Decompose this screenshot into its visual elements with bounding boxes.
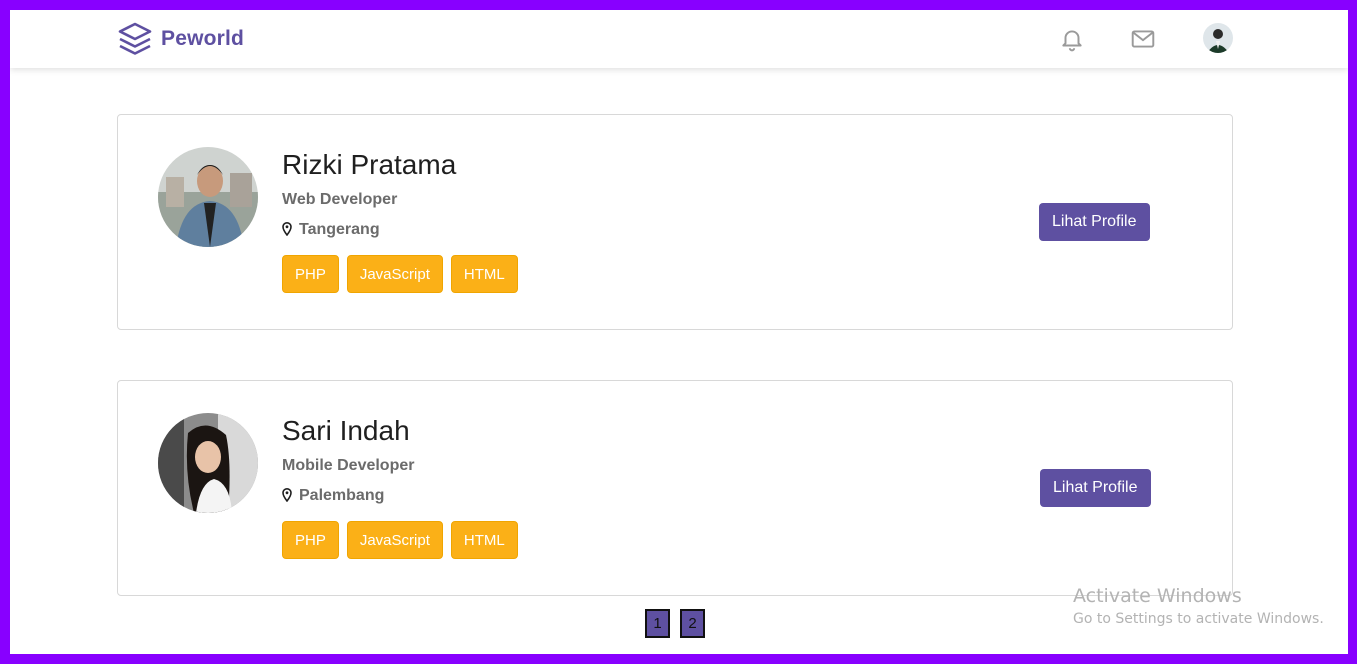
candidate-avatar (158, 413, 258, 513)
skill-badge: HTML (450, 255, 518, 293)
page: Peworld Rizki Pratama Web Developer Tang… (10, 10, 1348, 654)
candidate-role: Web Developer (282, 191, 398, 208)
candidate-location: Palembang (282, 487, 384, 505)
activation-watermark: Activate Windows Go to Settings to activ… (1073, 585, 1324, 627)
view-profile-button[interactable]: Lihat Profile (1040, 469, 1151, 507)
skill-badge: JavaScript (346, 255, 443, 293)
candidate-role: Mobile Developer (282, 457, 415, 474)
location-label: Tangerang (299, 221, 380, 238)
watermark-title: Activate Windows (1073, 585, 1242, 607)
watermark-subtitle: Go to Settings to activate Windows. (1073, 611, 1324, 627)
brand-logo[interactable]: Peworld (117, 21, 244, 57)
page-button-1[interactable]: 1 (645, 609, 670, 638)
brand-name: Peworld (161, 27, 245, 50)
candidate-card: Rizki Pratama Web Developer Tangerang PH… (117, 114, 1233, 330)
candidate-name: Rizki Pratama (282, 149, 457, 180)
skill-badge: PHP (282, 521, 339, 559)
candidate-location: Tangerang (282, 221, 380, 239)
skill-badge: JavaScript (346, 521, 443, 559)
skill-list: PHP JavaScript HTML (282, 255, 518, 293)
layers-icon (118, 22, 152, 55)
bell-icon[interactable] (1059, 26, 1085, 52)
pagination: 1 2 (645, 609, 705, 638)
skill-badge: HTML (450, 521, 518, 559)
location-label: Palembang (299, 487, 385, 504)
view-profile-button[interactable]: Lihat Profile (1039, 203, 1150, 241)
candidate-card: Sari Indah Mobile Developer Palembang PH… (117, 380, 1233, 596)
navbar: Peworld (10, 10, 1348, 68)
mail-icon[interactable] (1130, 26, 1156, 52)
skill-badge: PHP (282, 255, 339, 293)
map-pin-icon (282, 488, 292, 502)
candidate-avatar (158, 147, 258, 247)
candidate-name: Sari Indah (282, 415, 410, 446)
user-avatar[interactable] (1203, 23, 1233, 53)
skill-list: PHP JavaScript HTML (282, 521, 518, 559)
map-pin-icon (282, 222, 292, 236)
page-button-2[interactable]: 2 (680, 609, 705, 638)
